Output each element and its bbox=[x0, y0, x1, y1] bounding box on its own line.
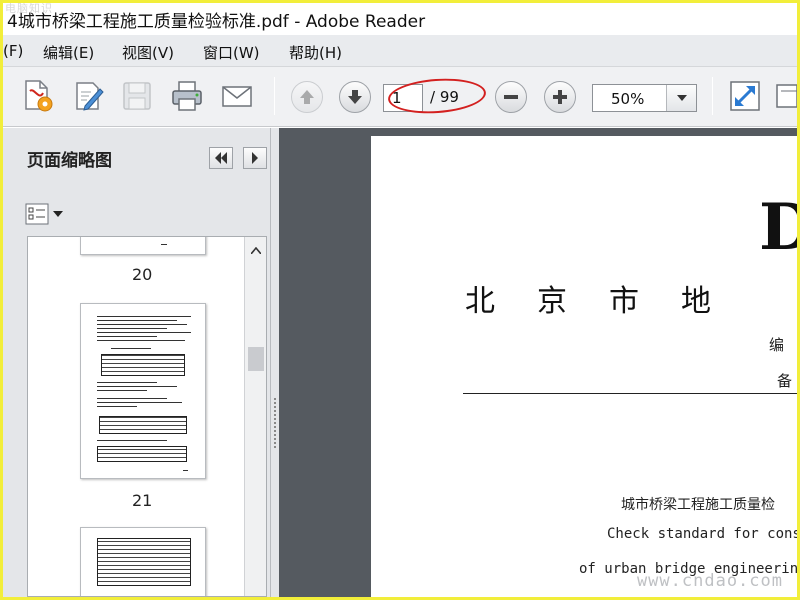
toolbar: 1 / 99 50% bbox=[3, 67, 797, 127]
fit-window-button[interactable] bbox=[728, 79, 762, 113]
more-tools-button[interactable] bbox=[775, 79, 797, 113]
edit-icon bbox=[76, 82, 104, 111]
print-button[interactable] bbox=[170, 79, 204, 113]
document-big-letter: D bbox=[759, 190, 797, 265]
annotation-ellipse bbox=[386, 75, 488, 117]
toolbar-separator bbox=[274, 77, 275, 115]
print-icon bbox=[172, 81, 202, 111]
chevron-right-icon bbox=[252, 152, 258, 164]
page-up-icon bbox=[300, 90, 314, 104]
thumbnail-page-21[interactable] bbox=[80, 303, 206, 479]
zoom-out-icon bbox=[504, 95, 518, 99]
save-button[interactable] bbox=[120, 79, 154, 113]
thumbnail-scrollbar[interactable] bbox=[244, 237, 266, 596]
save-icon bbox=[123, 82, 151, 110]
document-heading: 北京市地 bbox=[465, 284, 753, 319]
window-title: 4城市桥梁工程施工质量检验标准.pdf - Adobe Reader bbox=[7, 12, 426, 32]
fit-icon bbox=[730, 81, 760, 111]
next-page-button[interactable] bbox=[339, 81, 371, 113]
splitter-grip bbox=[274, 398, 276, 448]
thumbnail-label: 21 bbox=[132, 491, 153, 510]
zoom-dropdown-button[interactable] bbox=[666, 85, 696, 111]
chevron-down-icon bbox=[53, 211, 63, 217]
app-window: 电脑知识 4城市桥梁工程施工质量检验标准.pdf - Adobe Reader … bbox=[3, 3, 797, 597]
thumbnail-page-20[interactable] bbox=[80, 237, 206, 255]
thumbnail-options-button[interactable] bbox=[25, 202, 67, 226]
pane-collapse-button[interactable] bbox=[209, 147, 233, 169]
email-icon bbox=[222, 86, 252, 107]
menu-edit[interactable]: 编辑(E) bbox=[43, 42, 94, 63]
pane-title: 页面缩略图 bbox=[27, 151, 112, 171]
page-down-icon bbox=[348, 90, 362, 104]
document-view[interactable]: D 北京市地 编 备 城市桥梁工程施工质量检 Check standard fo… bbox=[279, 128, 797, 597]
thumbnail-page-22[interactable] bbox=[80, 527, 206, 596]
document-page: D 北京市地 编 备 城市桥梁工程施工质量检 Check standard fo… bbox=[371, 136, 797, 597]
tools-icon bbox=[776, 84, 797, 108]
email-button[interactable] bbox=[220, 79, 254, 113]
thumbnail-label: 20 bbox=[132, 265, 153, 284]
title-bar: 电脑知识 4城市桥梁工程施工质量检验标准.pdf - Adobe Reader bbox=[3, 3, 797, 35]
zoom-in-icon bbox=[553, 90, 567, 104]
zoom-select[interactable]: 50% bbox=[592, 84, 697, 112]
chevron-down-icon bbox=[676, 95, 687, 101]
chevron-up-icon bbox=[251, 246, 261, 254]
menu-help[interactable]: 帮助(H) bbox=[289, 42, 342, 63]
options-list-icon bbox=[25, 203, 49, 225]
toolbar-separator bbox=[712, 77, 713, 115]
menu-file[interactable]: (F) bbox=[3, 42, 23, 60]
document-cn-title: 城市桥梁工程施工质量检 bbox=[621, 497, 775, 513]
menu-bar: (F) 编辑(E) 视图(V) 窗口(W) 帮助(H) bbox=[3, 35, 797, 67]
document-en-line-1: Check standard for const bbox=[607, 526, 797, 542]
zoom-out-button[interactable] bbox=[495, 81, 527, 113]
previous-page-button[interactable] bbox=[291, 81, 323, 113]
pane-expand-button[interactable] bbox=[243, 147, 267, 169]
zoom-value: 50% bbox=[611, 90, 645, 108]
thumbnails-pane: 页面缩略图 20 21 bbox=[3, 128, 271, 597]
menu-window[interactable]: 窗口(W) bbox=[203, 42, 260, 63]
edit-button[interactable] bbox=[71, 79, 105, 113]
create-pdf-button[interactable] bbox=[21, 79, 55, 113]
zoom-in-button[interactable] bbox=[544, 81, 576, 113]
pane-splitter[interactable] bbox=[271, 128, 279, 597]
menu-view[interactable]: 视图(V) bbox=[122, 42, 174, 63]
site-watermark: www.cndao.com bbox=[636, 571, 783, 591]
thumbnail-list[interactable]: 20 21 bbox=[27, 236, 267, 597]
scroll-up-button[interactable] bbox=[248, 243, 264, 257]
document-rule bbox=[463, 393, 797, 394]
document-line-1: 编 bbox=[769, 336, 785, 354]
double-chevron-left-icon bbox=[215, 152, 227, 164]
document-line-2: 备 bbox=[777, 372, 793, 390]
create-pdf-icon bbox=[25, 80, 53, 112]
scrollbar-thumb[interactable] bbox=[248, 347, 264, 371]
